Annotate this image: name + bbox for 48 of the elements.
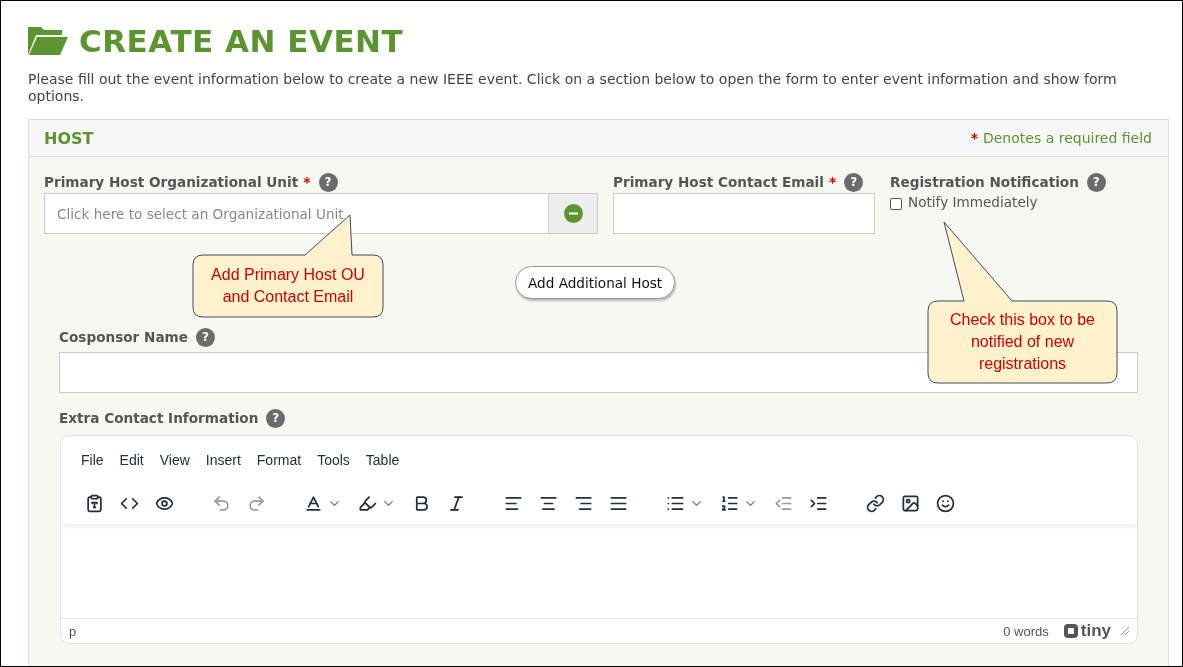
required-note: * Denotes a required field	[970, 130, 1152, 146]
help-icon[interactable]: ?	[266, 408, 286, 428]
email-input[interactable]	[613, 193, 875, 234]
menu-item[interactable]: Edit	[111, 451, 152, 469]
help-icon[interactable]: ?	[195, 327, 215, 347]
redo-icon	[247, 493, 266, 513]
field-label: Primary Host Organizational Unit	[44, 174, 299, 190]
undo-icon	[212, 493, 231, 513]
checkbox-label: Notify Immediately	[908, 194, 1038, 210]
field-label: Registration Notification	[890, 174, 1079, 190]
page-description: Please fill out the event information below to create a new IEEE event. Click on a section below to open the form to enter event information and show form options.	[28, 71, 1118, 105]
logo-icon	[1062, 623, 1079, 639]
brand-name: tiny	[1080, 621, 1111, 641]
callout-text: Add Primary Host OU and Contact Email	[210, 265, 366, 307]
menu-item[interactable]: Tools	[309, 451, 358, 469]
numbered-list-icon	[720, 493, 739, 513]
folder-icon	[28, 27, 68, 55]
word-count: 0 words	[1003, 623, 1049, 639]
page-title: CREATE AN EVENT	[79, 22, 404, 61]
highlighter-icon	[358, 493, 377, 513]
italic-icon	[447, 493, 466, 513]
add-host-button[interactable]: Add Additional Host	[515, 266, 676, 299]
field-label: Primary Host Contact Email	[613, 174, 824, 190]
minus-circle-icon	[563, 204, 583, 223]
help-icon[interactable]: ?	[1086, 172, 1106, 192]
select-placeholder: Click here to select an Organizational Unit	[56, 204, 345, 224]
clipboard-icon	[85, 493, 104, 513]
menu-item[interactable]: Insert	[197, 451, 249, 469]
resize-handle-icon[interactable]	[1121, 627, 1129, 635]
element-path: p	[69, 623, 78, 639]
text-color-icon	[304, 493, 323, 513]
link-icon	[866, 493, 885, 513]
menu-item[interactable]: Format	[248, 451, 310, 469]
help-icon[interactable]: ?	[844, 172, 864, 192]
menu-item[interactable]: File	[73, 451, 112, 469]
image-icon	[901, 493, 920, 513]
required-mark: *	[303, 174, 311, 190]
help-icon[interactable]: ?	[318, 172, 338, 192]
menu-item[interactable]: View	[151, 451, 198, 469]
required-mark: *	[828, 174, 837, 190]
callout-text: Check this box to be notified of new registrations	[949, 310, 1096, 374]
minus-button[interactable]	[548, 194, 597, 233]
smiley-icon	[936, 493, 955, 513]
org-unit-select[interactable]: Click here to select an Organizational Unit	[44, 193, 598, 234]
checkbox[interactable]	[890, 198, 902, 210]
field-label: Extra Contact Information	[59, 410, 259, 426]
menu-item[interactable]: Table	[357, 451, 408, 469]
field-label: Cosponsor Name	[59, 329, 188, 345]
